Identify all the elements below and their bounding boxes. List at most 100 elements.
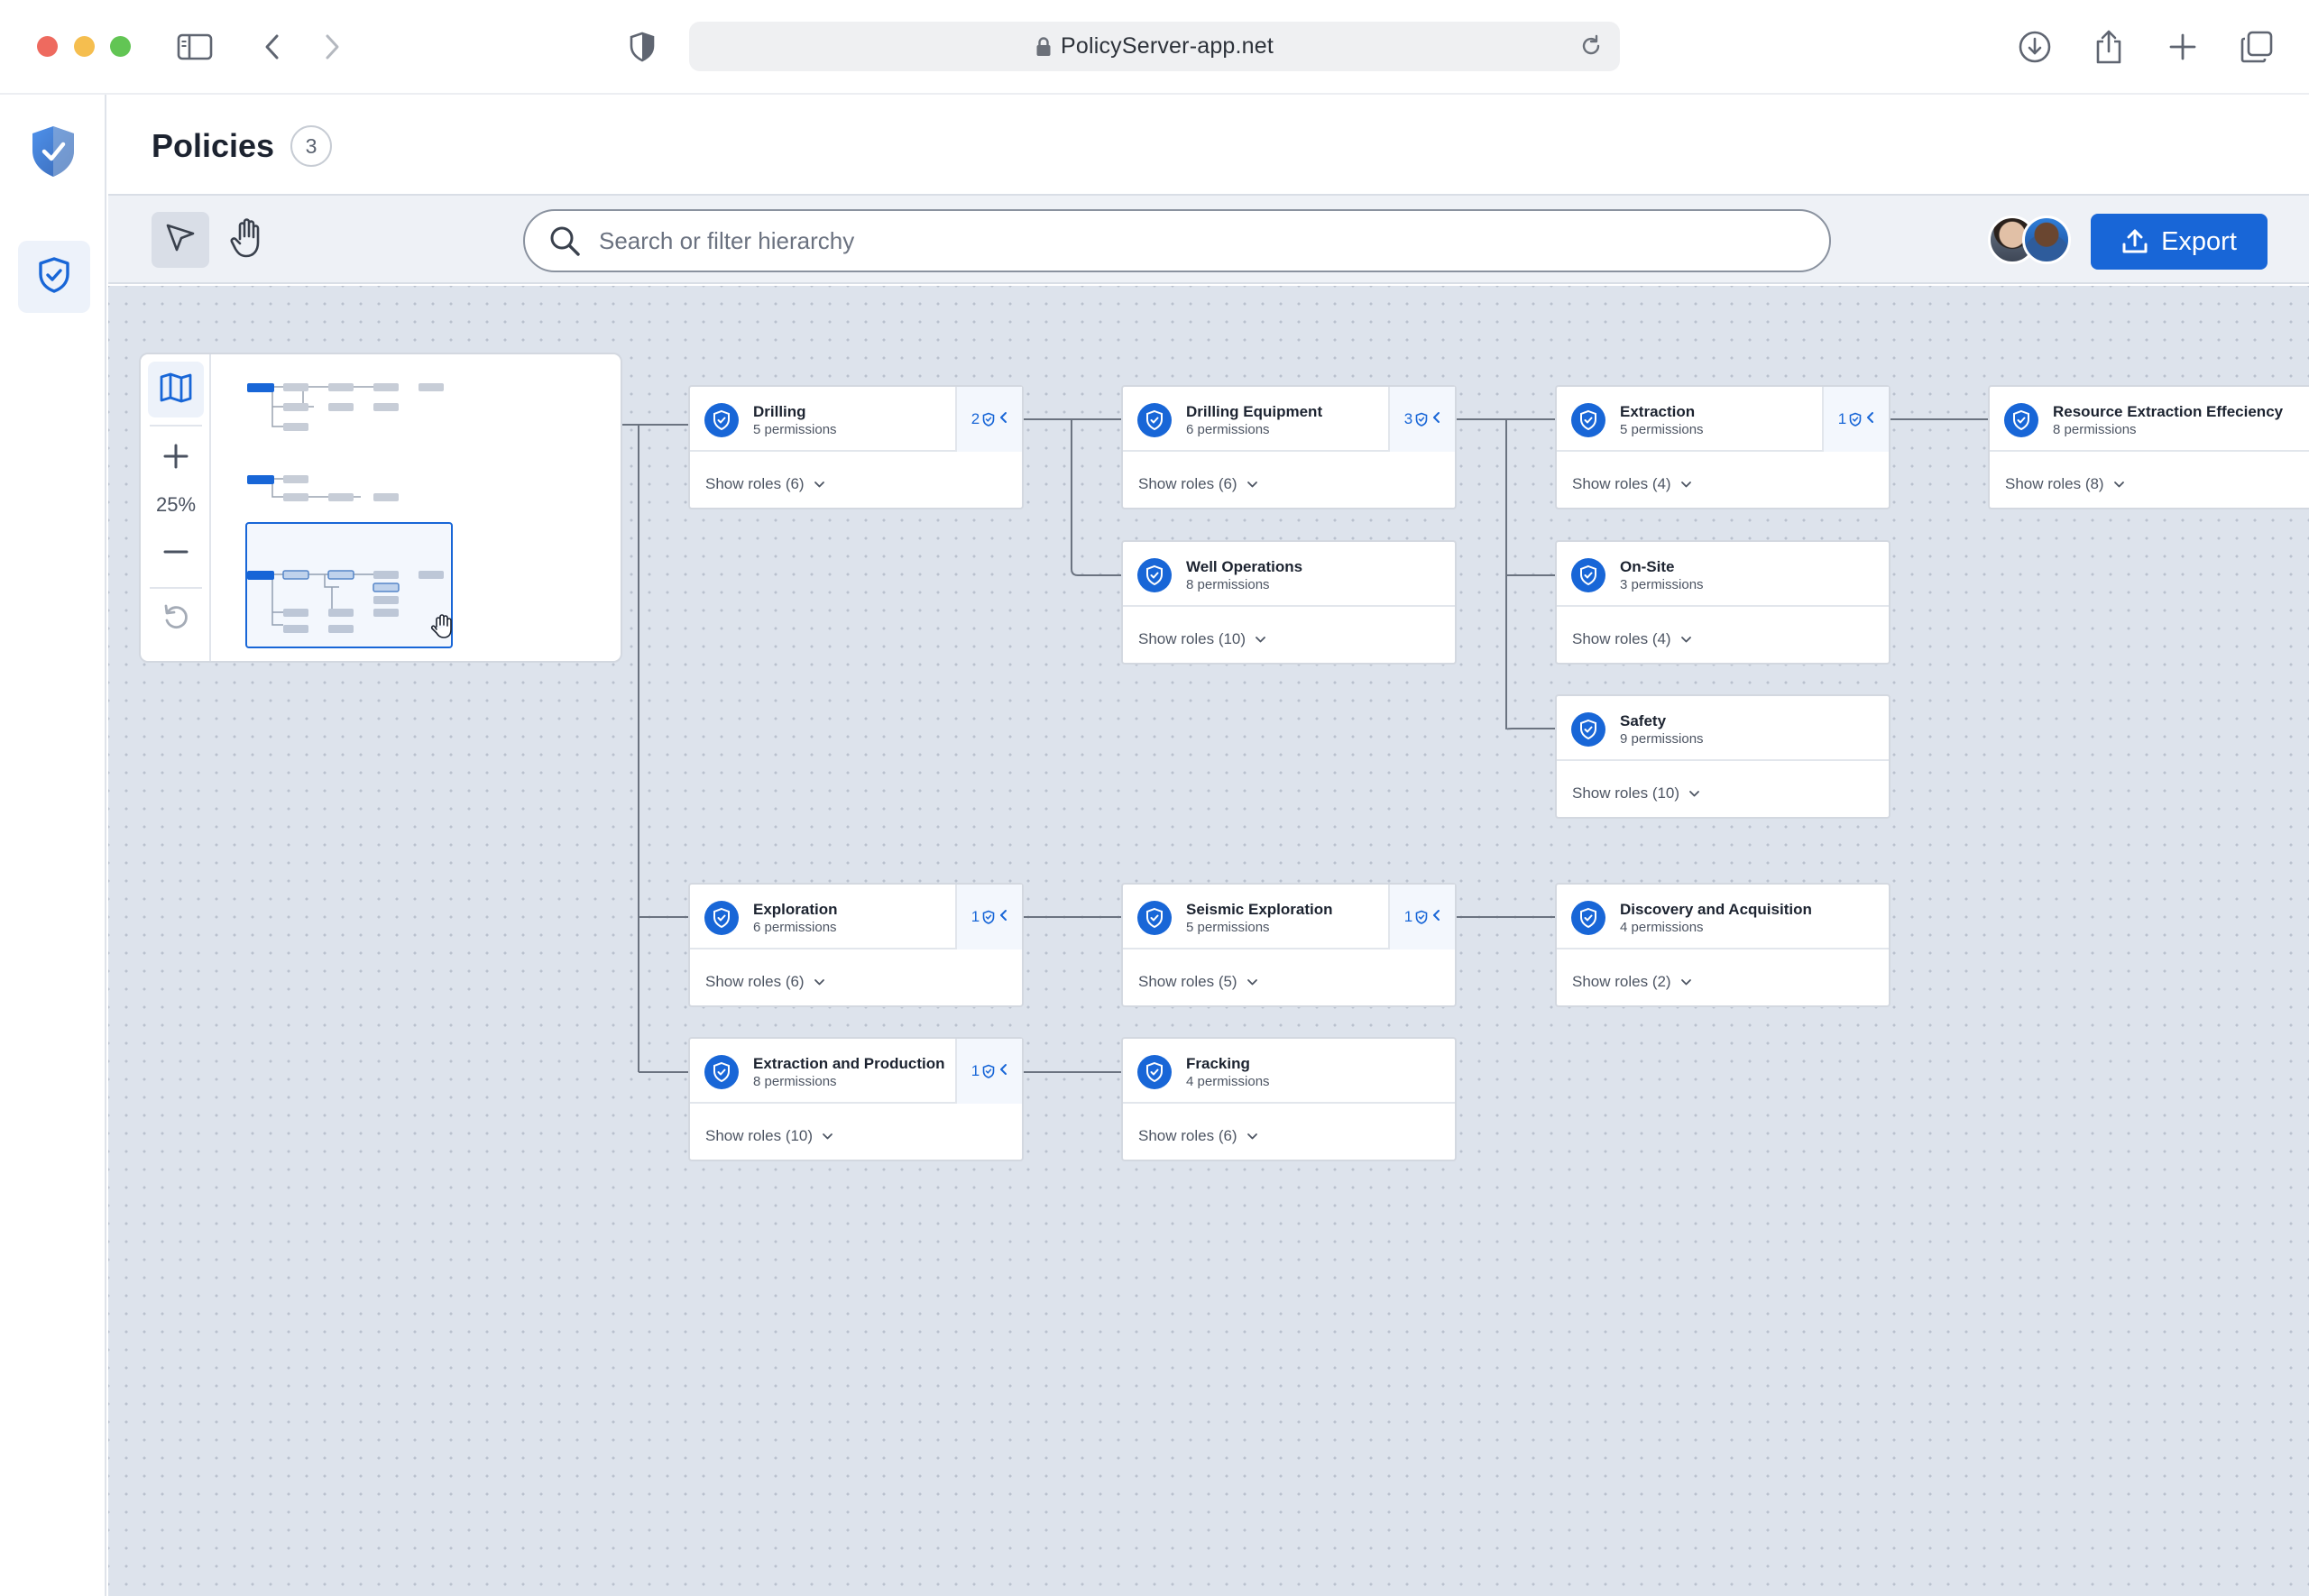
- minimize-window-button[interactable]: [74, 36, 95, 57]
- close-window-button[interactable]: [37, 36, 58, 57]
- chevron-down-icon: [1246, 1133, 1258, 1141]
- lock-icon: [1035, 36, 1052, 58]
- zoom-out-button[interactable]: [148, 526, 204, 582]
- address-bar[interactable]: PolicyServer-app.net: [689, 22, 1620, 71]
- policy-card-permissions: 6 permissions: [1186, 422, 1270, 437]
- policy-shield-icon: [704, 901, 739, 935]
- small-shield-icon: [982, 1064, 995, 1078]
- child-count-toggle[interactable]: 1: [955, 885, 1022, 949]
- show-roles-toggle[interactable]: Show roles (6): [705, 973, 825, 991]
- policy-card[interactable]: Extraction 5 permissions 1 Show roles (4…: [1555, 385, 1890, 509]
- minus-icon: [162, 538, 189, 570]
- minimap-toggle-button[interactable]: [148, 362, 204, 417]
- chevron-left-icon: [999, 908, 1007, 926]
- small-shield-icon: [982, 412, 995, 427]
- upload-icon: [2121, 228, 2148, 255]
- chevron-down-icon: [1680, 978, 1692, 986]
- sidebar-toggle-icon[interactable]: [175, 27, 215, 67]
- policy-card[interactable]: Safety 9 permissions Show roles (10): [1555, 694, 1890, 819]
- avatar-collaborator-2[interactable]: [2022, 216, 2071, 264]
- chevron-down-icon: [814, 978, 825, 986]
- policy-card-title: Extraction and Production: [753, 1055, 945, 1072]
- show-roles-toggle[interactable]: Show roles (8): [2005, 475, 2125, 493]
- policy-card[interactable]: Drilling Equipment 6 permissions 3 Show …: [1121, 385, 1457, 509]
- policy-shield-icon: [1137, 1055, 1172, 1089]
- policy-card[interactable]: Extraction and Production 8 permissions …: [688, 1037, 1024, 1161]
- minimap-panel: 25%: [139, 353, 622, 663]
- forward-icon[interactable]: [312, 27, 352, 67]
- hierarchy-search-input[interactable]: [599, 226, 1771, 255]
- policy-card[interactable]: Well Operations 8 permissions Show roles…: [1121, 540, 1457, 665]
- policy-card-title: Well Operations: [1186, 558, 1303, 575]
- policy-shield-icon: [1571, 901, 1605, 935]
- policy-card-header: Drilling 5 permissions 2: [690, 387, 1022, 452]
- policy-card[interactable]: Drilling 5 permissions 2 Show roles (6): [688, 385, 1024, 509]
- show-roles-toggle[interactable]: Show roles (10): [1572, 784, 1700, 803]
- chevron-down-icon: [1255, 636, 1266, 644]
- policy-card-header: Seismic Exploration 5 permissions 1: [1123, 885, 1455, 949]
- chevron-down-icon: [2113, 481, 2125, 489]
- chevron-down-icon: [1246, 978, 1258, 986]
- policy-card[interactable]: Exploration 6 permissions 1 Show roles (…: [688, 883, 1024, 1007]
- policy-card-permissions: 4 permissions: [1620, 920, 1704, 935]
- policy-card-permissions: 4 permissions: [1186, 1074, 1270, 1089]
- show-roles-toggle[interactable]: Show roles (5): [1138, 973, 1258, 991]
- grab-hand-cursor-icon: [429, 612, 455, 644]
- tab-overview-icon[interactable]: [2237, 27, 2277, 67]
- export-button[interactable]: Export: [2091, 214, 2268, 270]
- child-count-toggle[interactable]: 1: [1822, 387, 1889, 452]
- child-count-toggle[interactable]: 3: [1388, 387, 1455, 452]
- show-roles-toggle[interactable]: Show roles (6): [1138, 1127, 1258, 1145]
- browser-chrome: PolicyServer-app.net: [0, 0, 2309, 95]
- policy-card[interactable]: Resource Extraction Effeciency 8 permiss…: [1988, 385, 2309, 509]
- collaborator-avatars[interactable]: [1988, 216, 2078, 266]
- show-roles-toggle[interactable]: Show roles (4): [1572, 630, 1692, 648]
- policy-card[interactable]: On-Site 3 permissions Show roles (4): [1555, 540, 1890, 665]
- policy-card-header: Resource Extraction Effeciency 8 permiss…: [1990, 387, 2309, 452]
- select-tool-button[interactable]: [152, 212, 209, 268]
- show-roles-toggle[interactable]: Show roles (10): [705, 1127, 833, 1145]
- child-count-toggle[interactable]: 1: [1388, 885, 1455, 949]
- nav-item-policies[interactable]: [18, 241, 90, 313]
- show-roles-toggle[interactable]: Show roles (4): [1572, 475, 1692, 493]
- chevron-left-icon: [999, 410, 1007, 428]
- show-roles-toggle[interactable]: Show roles (6): [705, 475, 825, 493]
- policy-card[interactable]: Seismic Exploration 5 permissions 1 Show…: [1121, 883, 1457, 1007]
- show-roles-toggle[interactable]: Show roles (10): [1138, 630, 1266, 648]
- minimap-viewport-frame[interactable]: [245, 522, 453, 648]
- show-roles-toggle[interactable]: Show roles (2): [1572, 973, 1692, 991]
- policy-card-header: Discovery and Acquisition 4 permissions: [1557, 885, 1889, 949]
- share-icon[interactable]: [2089, 27, 2129, 67]
- policy-card-permissions: 9 permissions: [1620, 731, 1704, 747]
- app-sidebar: [0, 95, 106, 1596]
- new-tab-icon[interactable]: [2163, 27, 2203, 67]
- policy-card[interactable]: Fracking 4 permissions Show roles (6): [1121, 1037, 1457, 1161]
- map-icon: [159, 371, 193, 408]
- child-count: 1: [971, 1062, 980, 1079]
- hierarchy-canvas[interactable]: 25% Drilling 5 permissions 2 Show roles …: [108, 286, 2309, 1596]
- zoom-controls: 25%: [141, 354, 211, 661]
- policy-card-permissions: 8 permissions: [1186, 577, 1270, 592]
- policy-card-title: Safety: [1620, 712, 1667, 729]
- child-count-toggle[interactable]: 2: [955, 387, 1022, 452]
- privacy-shield-icon[interactable]: [622, 27, 662, 67]
- pan-tool-button[interactable]: [218, 212, 276, 268]
- show-roles-label: Show roles (6): [705, 475, 805, 492]
- child-count-toggle[interactable]: 1: [955, 1039, 1022, 1104]
- policy-card[interactable]: Discovery and Acquisition 4 permissions …: [1555, 883, 1890, 1007]
- reset-view-button[interactable]: [148, 591, 204, 647]
- export-label: Export: [2161, 226, 2237, 256]
- show-roles-toggle[interactable]: Show roles (6): [1138, 475, 1258, 493]
- policy-card-permissions: 5 permissions: [1620, 422, 1704, 437]
- minimap-overview[interactable]: [225, 354, 622, 661]
- reload-icon[interactable]: [1578, 33, 1604, 63]
- policy-card-header: Drilling Equipment 6 permissions 3: [1123, 387, 1455, 452]
- hierarchy-search-box[interactable]: [523, 209, 1831, 272]
- downloads-icon[interactable]: [2015, 27, 2055, 67]
- policy-shield-icon: [1137, 558, 1172, 592]
- zoom-window-button[interactable]: [110, 36, 131, 57]
- chevron-down-icon: [822, 1133, 833, 1141]
- policy-shield-icon: [1571, 403, 1605, 437]
- back-icon[interactable]: [253, 27, 292, 67]
- zoom-in-button[interactable]: [148, 430, 204, 486]
